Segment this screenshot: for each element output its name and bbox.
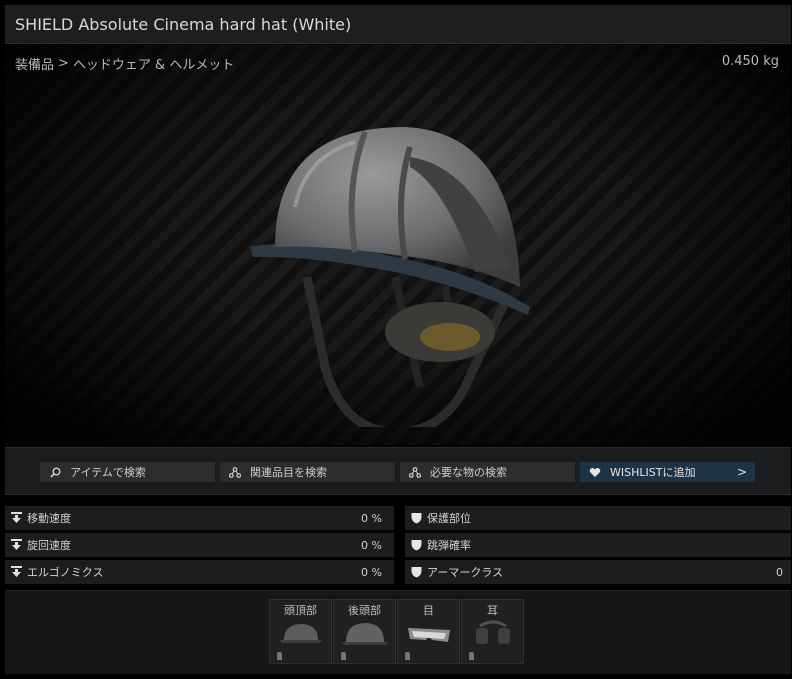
add-to-wishlist-label: WISHLISTに追加 — [610, 466, 696, 479]
slot-label: 頭頂部 — [284, 604, 317, 617]
shield-icon — [405, 566, 427, 578]
breadcrumb-category[interactable]: 装備品 — [15, 54, 54, 73]
stat-row: エルゴノミクス 0 % — [5, 560, 394, 584]
slot-label: 目 — [423, 604, 434, 617]
cap-icon — [280, 624, 322, 643]
item-weight: 0.450 kg — [721, 54, 779, 69]
chevron-right-icon: > — [736, 465, 747, 479]
stat-row: 跳弾確率 — [405, 533, 791, 557]
slot-ears[interactable]: 耳 — [461, 599, 524, 664]
stat-value: 0 % — [361, 538, 382, 552]
search-related-label: 関連品目を検索 — [250, 466, 327, 479]
magnifier-icon — [40, 467, 70, 478]
search-required-button[interactable]: 必要な物の検索 — [400, 462, 575, 482]
stat-label: エルゴノミクス — [27, 566, 104, 579]
stat-label: アーマークラス — [427, 566, 504, 579]
goggles-icon — [408, 628, 450, 642]
stat-value: 0 — [776, 565, 783, 579]
shield-icon — [405, 539, 427, 551]
slot-indicator — [341, 652, 346, 660]
window-title-bar: SHIELD Absolute Cinema hard hat (White) — [5, 5, 791, 44]
stat-row: 保護部位 — [405, 506, 791, 530]
hard-hat-image — [250, 127, 530, 427]
search-by-item-button[interactable]: アイテムで検索 — [40, 462, 215, 482]
slot-label: 後頭部 — [348, 604, 381, 617]
stat-label: 移動速度 — [27, 512, 71, 525]
slot-nape[interactable]: 後頭部 — [333, 599, 396, 664]
stat-row: 移動速度 0 % — [5, 506, 394, 530]
add-to-wishlist-button[interactable]: WISHLISTに追加 > — [580, 462, 755, 482]
search-required-label: 必要な物の検索 — [430, 466, 507, 479]
slot-top-of-head[interactable]: 頭頂部 — [269, 599, 332, 664]
stat-label: 旋回速度 — [27, 539, 71, 552]
network-icon — [220, 466, 250, 478]
helmet-icon — [342, 623, 388, 645]
breadcrumb-separator: > — [58, 56, 69, 71]
stat-arrow-icon — [5, 512, 27, 524]
slot-indicator — [277, 652, 282, 660]
breadcrumb: 装備品 > ヘッドウェア & ヘルメット — [15, 54, 234, 73]
action-bar: アイテムで検索 関連品目を検索 必要な物の検索 WISHLISTに追加 > — [5, 447, 791, 495]
slot-indicator — [405, 652, 410, 660]
search-by-item-label: アイテムで検索 — [70, 466, 146, 479]
blocking-slots-panel: 頭頂部 後頭部 目 耳 — [5, 590, 791, 674]
headset-icon — [476, 620, 510, 644]
stat-arrow-icon — [5, 539, 27, 551]
stat-label: 保護部位 — [427, 512, 471, 525]
breadcrumb-subcategory[interactable]: ヘッドウェア & ヘルメット — [73, 54, 234, 73]
stat-row: アーマークラス 0 — [405, 560, 791, 584]
search-related-button[interactable]: 関連品目を検索 — [220, 462, 395, 482]
stat-value: 0 % — [361, 511, 382, 525]
heart-icon — [580, 467, 610, 478]
stat-arrow-icon — [5, 566, 27, 578]
item-preview: 装備品 > ヘッドウェア & ヘルメット 0.450 kg — [5, 45, 791, 445]
window-title: SHIELD Absolute Cinema hard hat (White) — [15, 14, 352, 34]
stat-label: 跳弾確率 — [427, 539, 471, 552]
stat-row: 旋回速度 0 % — [5, 533, 394, 557]
stat-value: 0 % — [361, 565, 382, 579]
slot-indicator — [469, 652, 474, 660]
network-icon — [400, 466, 430, 478]
slot-label: 耳 — [487, 604, 498, 617]
slot-eyes[interactable]: 目 — [397, 599, 460, 664]
shield-icon — [405, 512, 427, 524]
